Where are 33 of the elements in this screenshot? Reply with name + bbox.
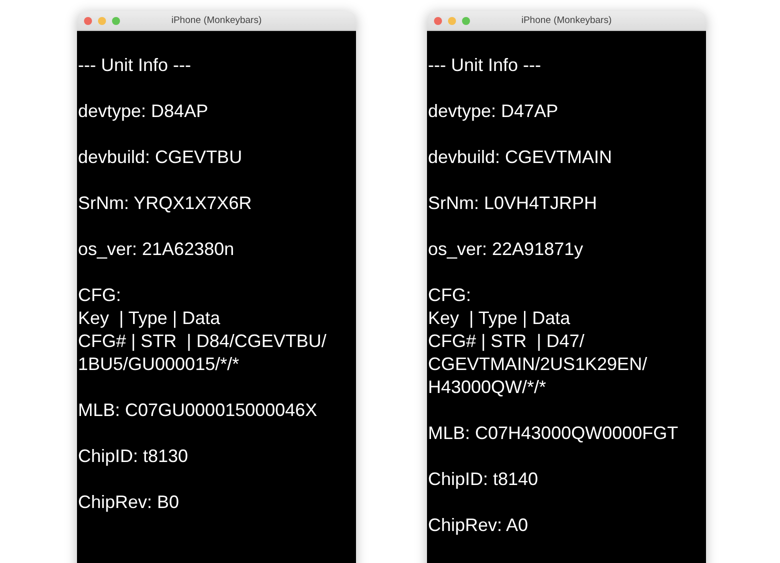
window-title: iPhone (Monkeybars) bbox=[171, 15, 262, 26]
output-line: CFG# | STR | D47/ bbox=[428, 330, 584, 353]
output-line: devbuild: CGEVTMAIN bbox=[428, 146, 612, 169]
output-line: CFG: bbox=[428, 284, 471, 307]
output-line: SrNm: YRQX1X7X6R bbox=[78, 192, 252, 215]
close-button[interactable] bbox=[434, 16, 442, 24]
minimize-button[interactable] bbox=[448, 16, 456, 24]
output-line: CFG# | STR | D84/CGEVTBU/ bbox=[78, 330, 326, 353]
output-line: 1BU5/GU000015/*/* bbox=[78, 353, 240, 376]
output-line: MLB: C07GU000015000046X bbox=[78, 399, 318, 422]
output-line: devbuild: CGEVTBU bbox=[78, 146, 242, 169]
output-line: CGEVTMAIN/2US1K29EN/ bbox=[428, 353, 648, 376]
output-line: Key | Type | Data bbox=[78, 307, 220, 330]
output-line: CFG: bbox=[78, 284, 121, 307]
output-line: devtype: D84AP bbox=[78, 100, 208, 123]
output-line: H43000QW/*/* bbox=[428, 376, 546, 399]
output-line: ChipRev: A0 bbox=[428, 514, 528, 537]
output-line: ChipID: t8140 bbox=[428, 468, 538, 491]
output-line: --- Unit Info --- bbox=[428, 54, 542, 77]
zoom-button[interactable] bbox=[462, 16, 470, 24]
output-line: SrNm: L0VH4TJRPH bbox=[428, 192, 598, 215]
output-line: devtype: D47AP bbox=[428, 100, 558, 123]
output-line: os_ver: 21A62380n bbox=[78, 238, 234, 261]
output-line: ChipRev: B0 bbox=[78, 491, 180, 514]
minimize-button[interactable] bbox=[98, 16, 106, 24]
zoom-button[interactable] bbox=[112, 16, 120, 24]
output-line: os_ver: 22A91871y bbox=[428, 238, 584, 261]
window-title: iPhone (Monkeybars) bbox=[521, 15, 612, 26]
output-line: Key | Type | Data bbox=[428, 307, 570, 330]
output-line: --- Unit Info --- bbox=[78, 54, 192, 77]
output-line: MLB: C07H43000QW0000FGT bbox=[428, 422, 678, 445]
close-button[interactable] bbox=[84, 16, 92, 24]
output-line: ChipID: t8130 bbox=[78, 445, 188, 468]
